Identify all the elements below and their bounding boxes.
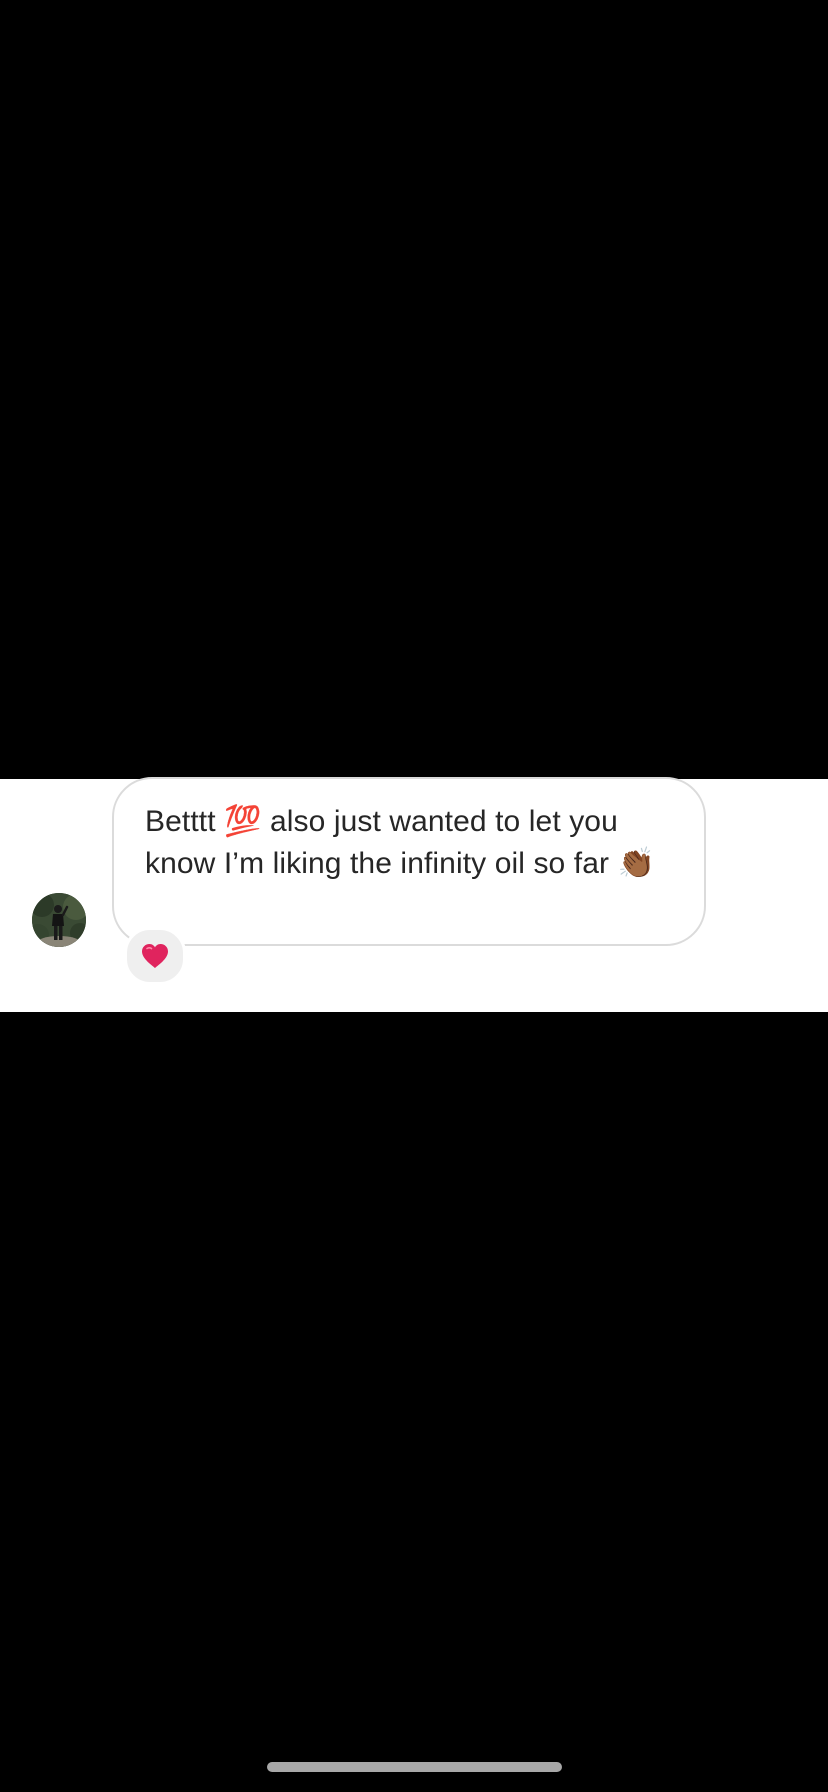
- message-bubble[interactable]: Betttt 💯 also just wanted to let you kno…: [112, 777, 706, 946]
- reaction-badge[interactable]: [124, 927, 186, 985]
- message-text: Betttt 💯 also just wanted to let you kno…: [145, 805, 655, 880]
- heart-icon: [142, 944, 168, 968]
- screen: Betttt 💯 also just wanted to let you kno…: [0, 0, 828, 1792]
- sender-avatar[interactable]: [32, 893, 86, 947]
- message-panel: Betttt 💯 also just wanted to let you kno…: [0, 777, 828, 1012]
- avatar-photo-icon: [32, 893, 86, 947]
- home-indicator[interactable]: [267, 1762, 562, 1772]
